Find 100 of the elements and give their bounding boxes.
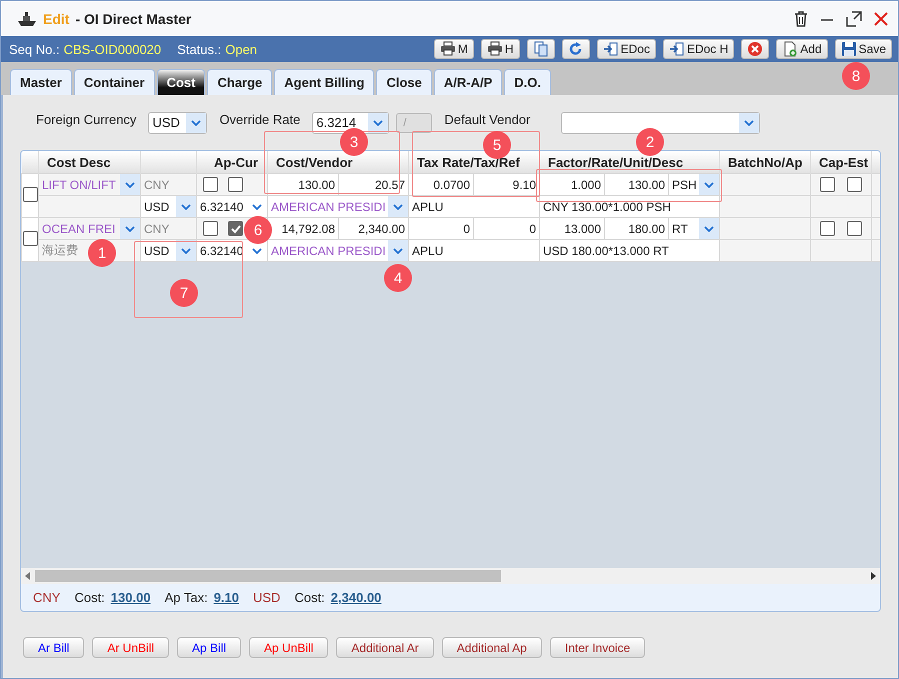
maximize-icon[interactable] — [846, 10, 862, 26]
refresh-icon — [568, 41, 584, 57]
scroll-left-icon[interactable] — [25, 572, 31, 580]
table-cell: 130.00 — [628, 178, 666, 192]
bill-button[interactable]: Ap Bill — [177, 637, 242, 658]
tab[interactable]: Close — [376, 69, 432, 95]
toolbar-button[interactable] — [741, 39, 770, 59]
column-header: Factor/Rate/Unit/Desc — [548, 154, 684, 170]
table-cell: 0.0700 — [433, 178, 470, 192]
checkbox[interactable] — [820, 177, 836, 192]
scrollbar-thumb[interactable] — [35, 570, 501, 582]
column-header: Ap-Cur — [214, 154, 258, 170]
currency-label: USD — [253, 590, 280, 605]
column-header: Cost/Vendor — [276, 154, 353, 170]
tab[interactable]: Master — [10, 69, 72, 95]
table-cell: 180.00 — [628, 222, 666, 236]
toolbar-button[interactable]: M — [434, 39, 474, 59]
tab[interactable]: Agent Billing — [274, 69, 374, 95]
checkbox[interactable] — [847, 221, 862, 236]
table-cell: 0 — [529, 222, 536, 236]
toolbar-button[interactable]: EDoc H — [662, 39, 734, 59]
tab[interactable]: Charge — [207, 69, 272, 95]
tab[interactable]: D.O. — [504, 69, 551, 95]
checkbox[interactable] — [22, 230, 38, 246]
vendor-select[interactable] — [561, 112, 760, 134]
printer-icon — [440, 41, 456, 57]
table-cell: CNY — [144, 222, 170, 236]
scroll-right-icon[interactable] — [870, 572, 876, 580]
total-link[interactable]: 9.10 — [214, 590, 239, 605]
trash-icon[interactable] — [794, 10, 808, 26]
rate-select[interactable]: 6.32140 — [198, 196, 266, 216]
field-label: Default Vendor — [444, 112, 530, 127]
currency-select[interactable]: USD — [142, 196, 196, 216]
tab[interactable]: Container — [74, 69, 155, 95]
toolbar-button[interactable] — [562, 39, 590, 59]
table-cell: 1.000 — [570, 178, 602, 192]
checkbox[interactable] — [203, 177, 218, 192]
total-label: Ap Tax: — [164, 590, 208, 605]
tab[interactable]: A/R-A/P — [434, 69, 502, 95]
table-cell: APLU — [412, 244, 444, 258]
rate-select[interactable]: 6.3214 — [312, 112, 390, 134]
currency-select[interactable]: USD — [142, 240, 196, 260]
bill-button[interactable]: Inter Invoice — [550, 637, 646, 658]
vendor-select[interactable]: AMERICAN PRESIDI — [268, 196, 408, 216]
currency-select[interactable]: USD — [148, 112, 208, 134]
close-icon[interactable] — [874, 12, 888, 26]
table-cell: 130.00 — [298, 178, 335, 192]
table-cell: 20.57 — [374, 178, 406, 192]
table-cell: 13.000 — [564, 222, 602, 236]
column-header: BatchNo/Ap — [728, 154, 802, 170]
table-cell: CNY 130.00*1.000 PSH — [543, 200, 671, 214]
column-header: Cap-Est — [819, 154, 868, 170]
toolbar-button[interactable]: EDoc — [596, 39, 656, 59]
field-value: Open — [225, 42, 258, 56]
checkbox[interactable] — [203, 221, 218, 236]
total-link[interactable]: 130.00 — [110, 590, 151, 605]
field-label: Seq No.: — [9, 42, 60, 56]
table-cell: APLU — [412, 200, 444, 214]
window-title: - OI Direct Master — [75, 10, 192, 26]
total-label: Cost: — [294, 590, 325, 605]
checkbox[interactable] — [820, 221, 836, 236]
unit-select[interactable]: PSH — [670, 174, 719, 194]
checkbox[interactable] — [228, 177, 243, 192]
table-cell: OCEAN FREI — [42, 222, 116, 236]
bill-button[interactable]: Additional Ap — [442, 637, 542, 658]
field-label: Status.: — [177, 42, 222, 56]
toolbar-button[interactable]: H — [480, 39, 520, 59]
table-cell: CNY — [144, 178, 170, 192]
total-link[interactable]: 2,340.00 — [330, 590, 382, 605]
tab[interactable]: Cost — [156, 69, 206, 95]
table-cell: LIFT ON/LIFT — [42, 178, 116, 192]
table-cell: 9.10 — [512, 178, 536, 192]
toolbar-button[interactable] — [526, 39, 555, 59]
checkbox[interactable] — [22, 186, 38, 202]
printer-icon — [486, 41, 503, 57]
ship-icon — [17, 10, 37, 26]
vendor-select[interactable]: AMERICAN PRESIDI — [268, 240, 408, 260]
import-icon — [668, 41, 685, 57]
total-label: Cost: — [74, 590, 105, 605]
copy-icon — [532, 41, 549, 57]
bill-button[interactable]: Ar Bill — [23, 637, 84, 658]
table-cell: 2,340.00 — [358, 222, 406, 236]
toolbar-button[interactable]: Add — [776, 39, 828, 59]
table-cell: 14,792.08 — [282, 222, 335, 236]
checkbox[interactable] — [228, 221, 243, 236]
column-header: Cost Desc — [47, 154, 111, 170]
currency-label: CNY — [33, 590, 60, 605]
field-label: Override Rate — [219, 112, 300, 127]
table-cell: 海运费 — [42, 242, 78, 259]
unit-select[interactable]: RT — [670, 218, 719, 238]
import-icon — [602, 41, 619, 57]
bill-button[interactable]: Additional Ar — [336, 637, 434, 658]
toolbar-button[interactable]: Save — [834, 39, 892, 59]
add-document-icon — [782, 41, 798, 57]
save-icon — [840, 41, 857, 57]
field-label: Foreign Currency — [36, 112, 136, 127]
checkbox[interactable] — [847, 177, 862, 192]
field-value: CBS-OID000020 — [64, 42, 162, 56]
window-mode: Edit — [43, 10, 70, 26]
table-cell: USD 180.00*13.000 RT — [543, 244, 669, 258]
